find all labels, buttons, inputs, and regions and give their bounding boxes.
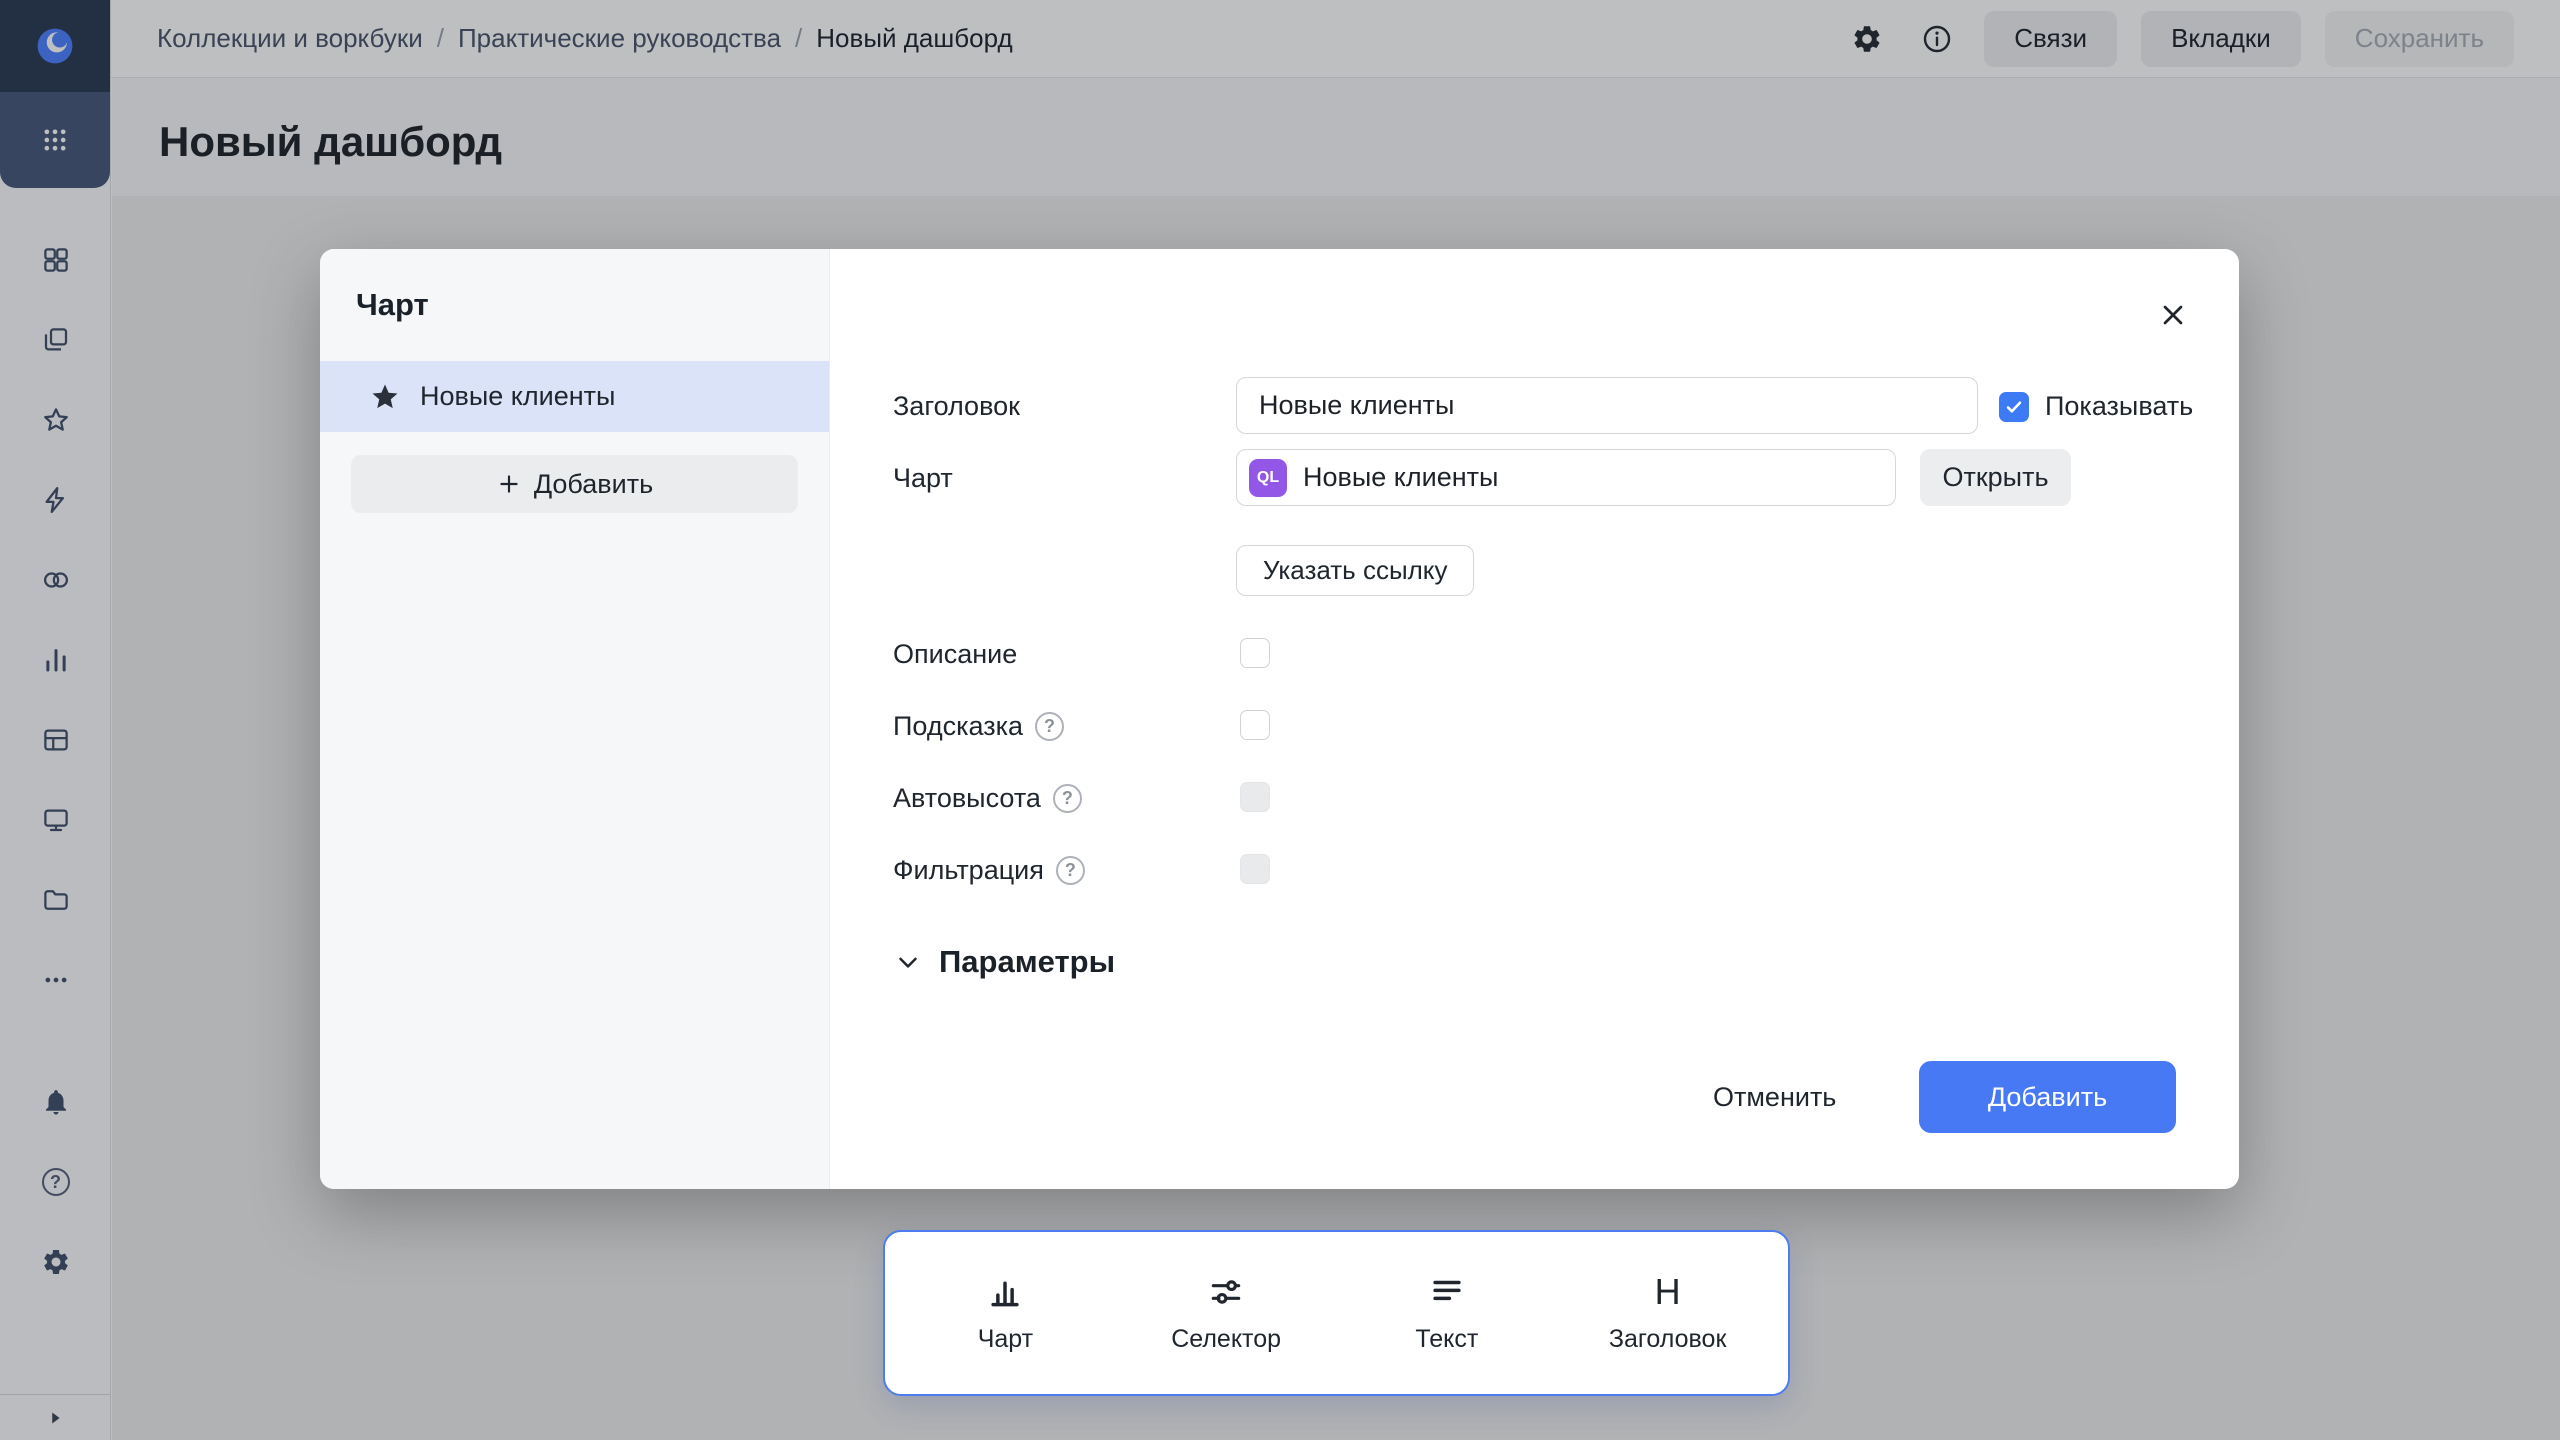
- star-icon: [370, 382, 400, 412]
- hint-field-label: Подсказка ?: [893, 711, 1064, 742]
- hint-help-icon[interactable]: ?: [1035, 712, 1064, 741]
- toolbar-item-heading[interactable]: H Заголовок: [1557, 1232, 1778, 1394]
- plus-icon: [496, 471, 522, 497]
- toolbar-item-label: Текст: [1415, 1325, 1478, 1354]
- description-field-label: Описание: [893, 639, 1017, 670]
- add-chart-item-button[interactable]: Добавить: [351, 455, 798, 513]
- app-root: ? Коллекции и воркбуки / Практические ру…: [0, 0, 2560, 1440]
- cancel-button[interactable]: Отменить: [1685, 1061, 1864, 1133]
- chart-name-input[interactable]: [1303, 462, 1883, 493]
- title-input[interactable]: [1236, 377, 1978, 434]
- add-widget-button[interactable]: Добавить: [1919, 1061, 2176, 1133]
- show-title-checkbox-row[interactable]: Показывать: [1999, 391, 2193, 422]
- check-icon: [2003, 396, 2025, 418]
- bar-chart-icon: [986, 1273, 1024, 1311]
- selector-sliders-icon: [1207, 1273, 1245, 1311]
- ql-badge: QL: [1249, 459, 1287, 497]
- title-field-label: Заголовок: [893, 391, 1020, 422]
- toolbar-item-selector[interactable]: Селектор: [1116, 1232, 1337, 1394]
- toolbar-item-chart[interactable]: Чарт: [895, 1232, 1116, 1394]
- hint-checkbox[interactable]: [1240, 710, 1270, 740]
- chart-field-label-text: Чарт: [893, 463, 953, 494]
- list-item[interactable]: Новые клиенты: [320, 361, 829, 432]
- params-section-label: Параметры: [939, 944, 1115, 980]
- filtering-help-icon[interactable]: ?: [1056, 856, 1085, 885]
- autoheight-help-icon[interactable]: ?: [1053, 784, 1082, 813]
- params-section-toggle[interactable]: Параметры: [893, 944, 1115, 980]
- open-chart-button[interactable]: Открыть: [1920, 449, 2071, 506]
- toolbar-item-text[interactable]: Текст: [1337, 1232, 1558, 1394]
- chart-widget-dialog: Чарт Новые клиенты Добавить: [320, 249, 2239, 1189]
- show-title-label: Показывать: [2045, 391, 2193, 422]
- filtering-field-label: Фильтрация ?: [893, 855, 1085, 886]
- autoheight-field-label: Автовысота ?: [893, 783, 1082, 814]
- filtering-label-text: Фильтрация: [893, 855, 1044, 886]
- heading-letter-icon: H: [1655, 1273, 1681, 1311]
- toolbar-item-label: Заголовок: [1609, 1325, 1727, 1354]
- close-icon: [2157, 299, 2189, 331]
- toolbar-item-label: Селектор: [1171, 1325, 1281, 1354]
- dialog-form-panel: Заголовок Показывать Чарт QL Открыть У: [830, 249, 2239, 1189]
- chevron-down-icon: [893, 947, 923, 977]
- autoheight-label-text: Автовысота: [893, 783, 1041, 814]
- text-lines-icon: [1428, 1273, 1466, 1311]
- toolbar-item-label: Чарт: [978, 1325, 1033, 1354]
- description-label-text: Описание: [893, 639, 1017, 670]
- title-field-label-text: Заголовок: [893, 391, 1020, 422]
- chart-select-field[interactable]: QL: [1236, 449, 1896, 506]
- description-checkbox[interactable]: [1240, 638, 1270, 668]
- widget-toolbar: Чарт Селектор Текст H Заголовок: [883, 1230, 1790, 1396]
- specify-link-button[interactable]: Указать ссылку: [1236, 545, 1474, 596]
- chart-field-label: Чарт: [893, 463, 953, 494]
- filtering-checkbox[interactable]: [1240, 854, 1270, 884]
- hint-label-text: Подсказка: [893, 711, 1023, 742]
- close-dialog-button[interactable]: [2151, 293, 2195, 337]
- chart-list: Новые клиенты: [320, 361, 829, 432]
- autoheight-checkbox[interactable]: [1240, 782, 1270, 812]
- dialog-left-panel: Чарт Новые клиенты Добавить: [320, 249, 830, 1189]
- dialog-title: Чарт: [356, 287, 429, 323]
- list-item-label: Новые клиенты: [420, 381, 615, 412]
- show-title-checkbox[interactable]: [1999, 392, 2029, 422]
- add-item-label: Добавить: [534, 469, 653, 500]
